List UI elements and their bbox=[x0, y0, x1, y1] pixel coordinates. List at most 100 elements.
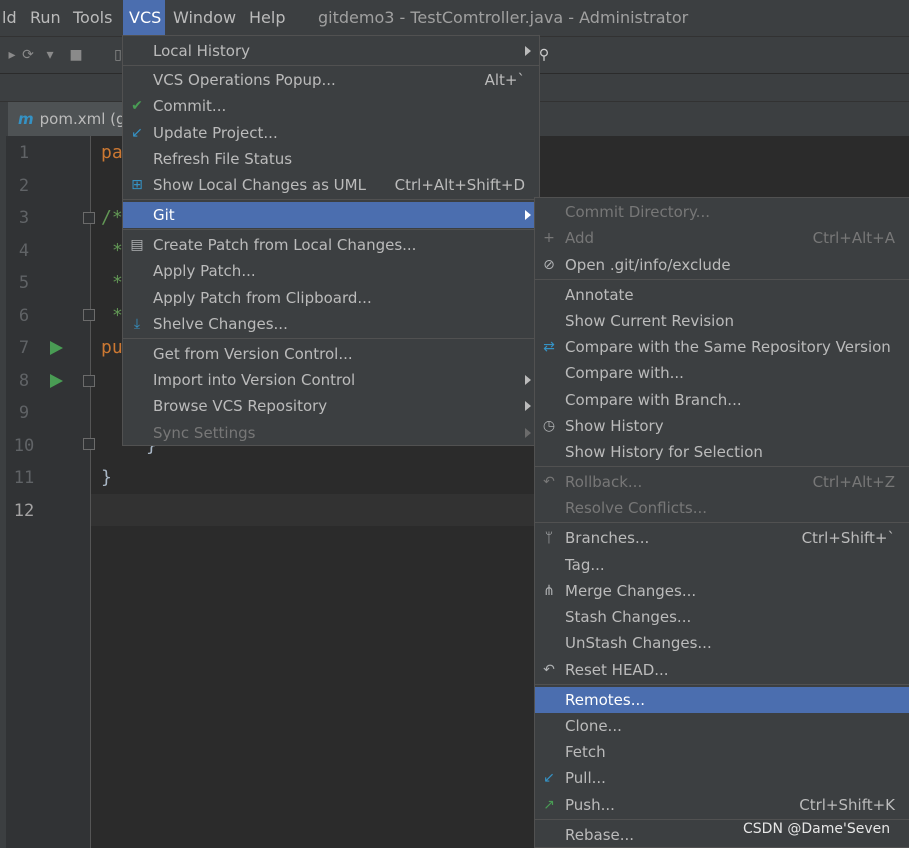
menu-item-update-project[interactable]: ↙ Update Project... bbox=[123, 120, 539, 146]
undo-icon: ↶ bbox=[543, 474, 555, 490]
chevron-down-icon[interactable]: ▾ bbox=[42, 47, 58, 63]
clock-icon: ◷ bbox=[542, 418, 556, 434]
line-number: 5 bbox=[18, 273, 30, 293]
menu-item-merge-changes[interactable]: ⋔ Merge Changes... bbox=[535, 578, 909, 604]
line-number: 4 bbox=[18, 241, 30, 261]
gutter-divider bbox=[90, 136, 91, 848]
menu-item-create-patch[interactable]: ▤ Create Patch from Local Changes... bbox=[123, 232, 539, 258]
fold-icon[interactable] bbox=[83, 212, 95, 224]
menu-vcs[interactable]: VCS bbox=[123, 0, 165, 36]
line-number: 1 bbox=[18, 143, 30, 163]
menu-item-browse-vcs-repo[interactable]: Browse VCS Repository bbox=[123, 393, 539, 419]
menu-item-remotes[interactable]: Remotes... bbox=[535, 687, 909, 713]
menu-item-git[interactable]: Git bbox=[123, 202, 539, 228]
plus-icon: + bbox=[543, 230, 555, 246]
menu-item-show-local-changes-uml[interactable]: ⊞ Show Local Changes as UML Ctrl+Alt+Shif… bbox=[123, 172, 539, 198]
menu-item-branches[interactable]: ᛘ Branches... Ctrl+Shift+` bbox=[535, 525, 909, 551]
tab-pom-xml[interactable]: m pom.xml (g bbox=[8, 102, 136, 136]
menu-separator bbox=[535, 466, 909, 467]
line-number: 12 bbox=[13, 501, 35, 521]
compare-arrows-icon: ⇄ bbox=[543, 339, 555, 355]
run-gutter-icon[interactable] bbox=[50, 341, 63, 355]
menu-item-rollback: ↶ Rollback... Ctrl+Alt+Z bbox=[535, 469, 909, 495]
menu-item-stash-changes[interactable]: Stash Changes... bbox=[535, 604, 909, 630]
submenu-arrow-icon bbox=[525, 210, 531, 220]
menu-separator bbox=[535, 684, 909, 685]
menu-item-commit[interactable]: ✔ Commit... bbox=[123, 93, 539, 119]
menu-item-local-history[interactable]: Local History bbox=[123, 38, 539, 64]
line-number: 11 bbox=[13, 468, 35, 488]
stop-icon[interactable]: ■ bbox=[68, 47, 84, 63]
menu-item-compare-same-repo[interactable]: ⇄ Compare with the Same Repository Versi… bbox=[535, 334, 909, 360]
code-text: /* bbox=[101, 207, 123, 228]
push-arrow-icon: ↗ bbox=[543, 797, 555, 813]
menu-item-reset-head[interactable]: ↶ Reset HEAD... bbox=[535, 657, 909, 683]
run-gutter-icon[interactable] bbox=[50, 374, 63, 388]
update-arrow-icon: ↙ bbox=[131, 125, 143, 141]
ignore-file-icon: ⊘ bbox=[543, 257, 555, 273]
merge-icon: ⋔ bbox=[543, 583, 555, 599]
menu-item-unstash-changes[interactable]: UnStash Changes... bbox=[535, 630, 909, 656]
menu-item-push[interactable]: ↗ Push... Ctrl+Shift+K bbox=[535, 792, 909, 818]
menu-item-show-current-revision[interactable]: Show Current Revision bbox=[535, 308, 909, 334]
menu-run[interactable]: Run bbox=[24, 0, 67, 36]
checkmark-icon: ✔ bbox=[131, 98, 143, 114]
patch-file-icon: ▤ bbox=[130, 237, 144, 253]
menu-build[interactable]: ld bbox=[0, 0, 23, 36]
pull-arrow-icon: ↙ bbox=[543, 770, 555, 786]
menu-item-resolve-conflicts: Resolve Conflicts... bbox=[565, 499, 708, 517]
window-title: gitdemo3 - TestComtroller.java - Adminis… bbox=[318, 8, 689, 27]
maven-file-icon: m bbox=[18, 110, 34, 128]
branch-icon: ᛘ bbox=[544, 530, 554, 546]
current-line-highlight bbox=[91, 494, 535, 526]
code-text: pu bbox=[101, 337, 123, 358]
menu-item-add: + Add Ctrl+Alt+A bbox=[535, 225, 909, 251]
menu-item-get-from-vcs[interactable]: Get from Version Control... bbox=[123, 341, 539, 367]
menu-tools[interactable]: Tools bbox=[67, 0, 118, 36]
line-number: 9 bbox=[18, 403, 30, 423]
fold-icon[interactable] bbox=[83, 309, 95, 321]
menu-help[interactable]: Help bbox=[243, 0, 291, 36]
menu-item-commit-directory: Commit Directory... bbox=[565, 203, 710, 221]
menu-item-clone[interactable]: Clone... bbox=[535, 713, 909, 739]
undo-icon: ↶ bbox=[543, 662, 555, 678]
menu-item-apply-patch-clipboard[interactable]: Apply Patch from Clipboard... bbox=[123, 285, 539, 311]
line-number: 8 bbox=[18, 371, 30, 391]
submenu-arrow-icon bbox=[525, 375, 531, 385]
menu-item-compare-with-branch[interactable]: Compare with Branch... bbox=[535, 387, 909, 413]
menu-item-tag[interactable]: Tag... bbox=[535, 552, 909, 578]
line-number: 10 bbox=[13, 436, 35, 456]
menu-separator bbox=[535, 522, 909, 523]
line-number: 6 bbox=[18, 306, 30, 326]
menu-item-compare-with[interactable]: Compare with... bbox=[535, 360, 909, 386]
menu-item-vcs-operations-popup[interactable]: VCS Operations Popup... Alt+` bbox=[123, 67, 539, 93]
submenu-arrow-icon bbox=[525, 401, 531, 411]
menu-item-shelve-changes[interactable]: ⤓ Shelve Changes... bbox=[123, 311, 539, 337]
menubar: ld Run Tools VCS Window Help gitdemo3 - … bbox=[0, 0, 909, 36]
watermark: CSDN @Dame'Seven bbox=[743, 821, 891, 837]
menu-separator bbox=[123, 338, 539, 339]
menu-item-open-git-exclude[interactable]: ⊘ Open .git/info/exclude bbox=[535, 252, 909, 278]
line-number: 2 bbox=[18, 176, 30, 196]
fold-icon[interactable] bbox=[83, 375, 95, 387]
menu-separator bbox=[535, 819, 909, 820]
menu-item-apply-patch[interactable]: Apply Patch... bbox=[123, 258, 539, 284]
code-text: pa bbox=[101, 142, 123, 163]
debug-icon[interactable]: ▸ bbox=[4, 47, 20, 63]
tab-label: pom.xml (g bbox=[39, 110, 126, 128]
menu-separator bbox=[123, 65, 539, 66]
fold-icon[interactable] bbox=[83, 438, 95, 450]
shelve-icon: ⤓ bbox=[133, 316, 141, 332]
code-text: } bbox=[101, 467, 112, 488]
coverage-icon[interactable]: ⟳ bbox=[20, 47, 36, 63]
menu-window[interactable]: Window bbox=[167, 0, 242, 36]
menu-item-annotate[interactable]: Annotate bbox=[535, 282, 909, 308]
menu-item-pull[interactable]: ↙ Pull... bbox=[535, 765, 909, 791]
menu-item-show-history-selection[interactable]: Show History for Selection bbox=[535, 439, 909, 465]
menu-separator bbox=[123, 229, 539, 230]
menu-item-import-into-vcs[interactable]: Import into Version Control bbox=[123, 367, 539, 393]
menu-item-show-history[interactable]: ◷ Show History bbox=[535, 413, 909, 439]
menu-item-refresh-file-status[interactable]: Refresh File Status bbox=[123, 146, 539, 172]
menu-separator bbox=[123, 199, 539, 200]
menu-item-fetch[interactable]: Fetch bbox=[535, 739, 909, 765]
